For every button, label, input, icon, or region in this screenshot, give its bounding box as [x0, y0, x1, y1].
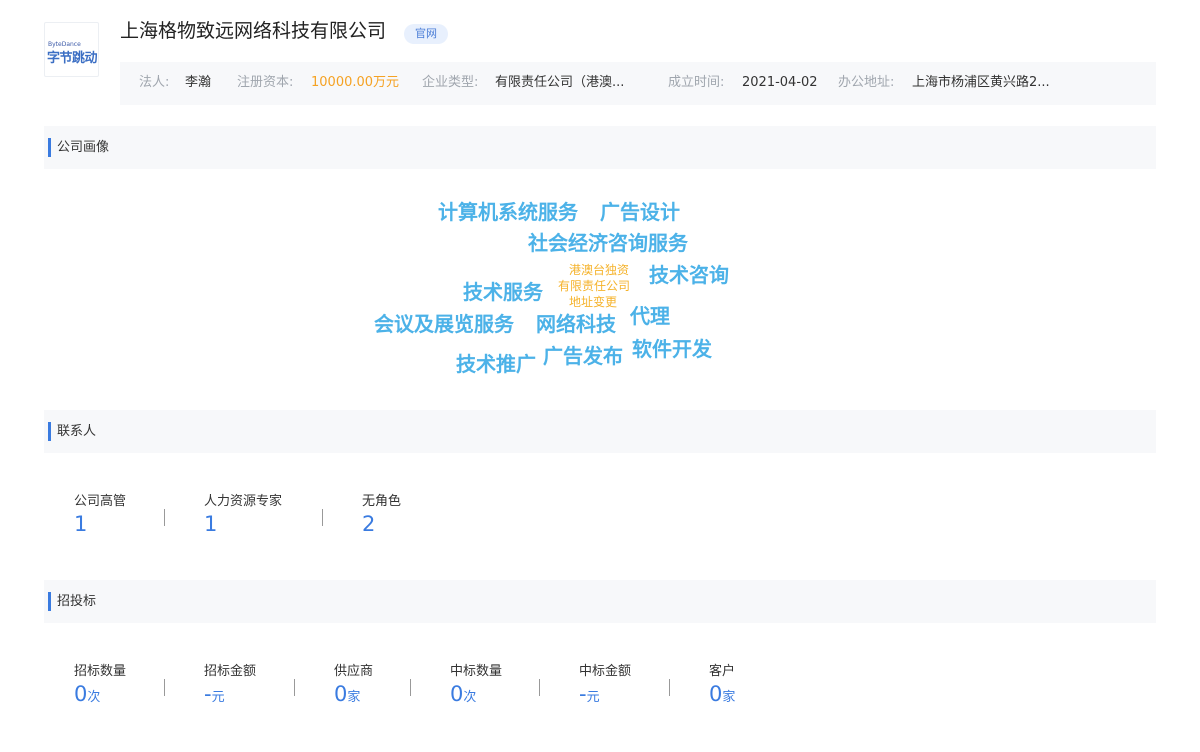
registered-capital-label: 注册资本:: [237, 75, 294, 90]
bidding-stat-value[interactable]: 0家: [334, 682, 360, 710]
section-accent-bar: [48, 422, 51, 441]
cloud-word: 有限责任公司: [558, 279, 631, 293]
bidding-stat-value[interactable]: 0家: [709, 682, 735, 710]
company-type-value: 有限责任公司（港澳...: [495, 75, 625, 90]
section-header-contacts: 联系人: [44, 410, 1156, 453]
bidding-stat-label: 招标金额: [204, 664, 257, 679]
section-header-bidding: 招投标: [44, 580, 1156, 623]
section-accent-bar: [48, 592, 51, 611]
office-address-label: 办公地址:: [838, 75, 895, 90]
stat-divider: [164, 679, 165, 696]
cloud-word: 港澳台独资: [569, 263, 630, 277]
section-header-portrait: 公司画像: [44, 126, 1156, 169]
contact-stat-label: 人力资源专家: [204, 494, 283, 509]
section-title-portrait: 公司画像: [57, 140, 110, 155]
stat-divider: [164, 509, 165, 526]
cloud-word: 软件开发: [632, 337, 712, 361]
cloud-word: 技术咨询: [649, 263, 729, 287]
bidding-stat-value[interactable]: -元: [204, 682, 225, 710]
cloud-word: 广告发布: [543, 344, 623, 368]
cloud-word: 网络科技: [536, 312, 616, 336]
bidding-stat-label: 中标金额: [579, 664, 632, 679]
bidding-stat-label: 客户: [709, 664, 736, 679]
contact-stat-label: 无角色: [362, 494, 402, 509]
bidding-stat-value[interactable]: 0次: [450, 682, 476, 710]
cloud-word: 计算机系统服务: [438, 200, 578, 224]
registered-capital-value: 10000.00万元: [311, 75, 400, 90]
bidding-stat-value[interactable]: 0次: [74, 682, 100, 710]
cloud-word: 广告设计: [600, 200, 680, 224]
office-address-value: 上海市杨浦区黄兴路2...: [912, 75, 1050, 90]
cloud-word: 会议及展览服务: [374, 312, 514, 336]
cloud-word: 技术服务: [463, 280, 543, 304]
founded-date-label: 成立时间:: [668, 75, 725, 90]
company-info-bar: 法人: 李瀚 注册资本: 10000.00万元 企业类型: 有限责任公司（港澳.…: [120, 62, 1156, 105]
bidding-stat-label: 招标数量: [74, 664, 127, 679]
legal-person-value[interactable]: 李瀚: [185, 75, 211, 91]
cloud-word: 代理: [630, 304, 670, 328]
company-name: 上海格物致远网络科技有限公司: [120, 20, 387, 42]
section-accent-bar: [48, 138, 51, 157]
company-logo: ByteDance 字节跳动: [44, 22, 99, 77]
bidding-stat-value[interactable]: -元: [579, 682, 600, 710]
bidding-stat-label: 中标数量: [450, 664, 503, 679]
bidding-stat-label: 供应商: [334, 664, 374, 679]
cloud-word: 技术推广: [456, 352, 536, 376]
logo-brand-text: 字节跳动: [47, 51, 98, 66]
section-title-bidding: 招投标: [57, 594, 97, 609]
contact-stat-value[interactable]: 1: [204, 512, 217, 536]
stat-divider: [539, 679, 540, 696]
stat-divider: [294, 679, 295, 696]
contact-stat-value[interactable]: 1: [74, 512, 87, 536]
official-site-badge[interactable]: 官网: [404, 24, 448, 44]
company-type-label: 企业类型:: [422, 75, 479, 90]
section-title-contacts: 联系人: [57, 424, 97, 439]
stat-divider: [410, 679, 411, 696]
founded-date-value: 2021-04-02: [742, 75, 818, 90]
stat-divider: [669, 679, 670, 696]
cloud-word: 地址变更: [569, 295, 618, 309]
contact-stat-label: 公司高管: [74, 494, 127, 509]
cloud-word: 社会经济咨询服务: [528, 231, 688, 255]
stat-divider: [322, 509, 323, 526]
contact-stat-value[interactable]: 2: [362, 512, 375, 536]
legal-person-label: 法人:: [139, 75, 170, 90]
